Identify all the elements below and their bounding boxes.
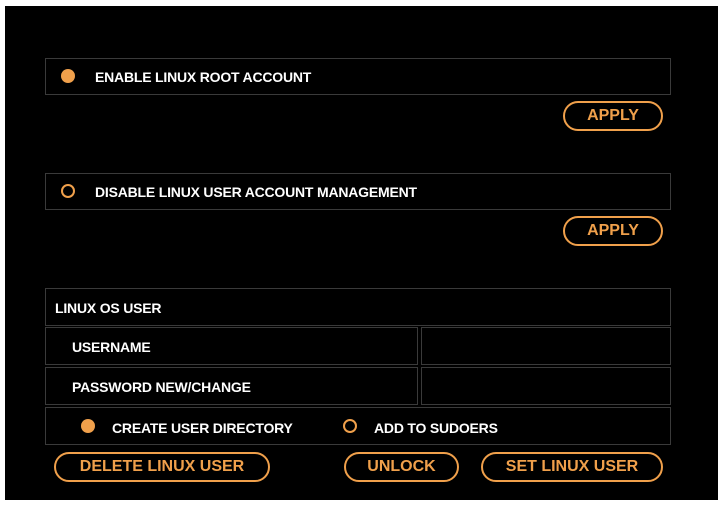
create-user-directory-radio[interactable] [81,419,95,433]
username-input[interactable] [421,327,671,365]
user-options-row: CREATE USER DIRECTORY ADD TO SUDOERS [45,407,671,445]
disable-user-mgmt-row[interactable]: DISABLE LINUX USER ACCOUNT MANAGEMENT [45,173,671,210]
unlock-button[interactable]: UNLOCK [344,452,459,482]
create-user-directory-label: CREATE USER DIRECTORY [112,420,293,436]
enable-root-label: ENABLE LINUX ROOT ACCOUNT [95,69,312,85]
password-label: PASSWORD NEW/CHANGE [72,379,251,395]
os-user-title-row: LINUX OS USER [45,288,671,326]
enable-root-radio[interactable] [61,69,75,83]
disable-user-mgmt-label: DISABLE LINUX USER ACCOUNT MANAGEMENT [95,184,417,200]
apply-root-button[interactable]: APPLY [563,101,663,131]
set-linux-user-button[interactable]: SET LINUX USER [481,452,663,482]
delete-linux-user-button[interactable]: DELETE LINUX USER [54,452,270,482]
apply-user-mgmt-button[interactable]: APPLY [563,216,663,246]
username-label-cell: USERNAME [45,327,418,365]
password-input[interactable] [421,367,671,405]
enable-root-row[interactable]: ENABLE LINUX ROOT ACCOUNT [45,58,671,95]
add-to-sudoers-label: ADD TO SUDOERS [374,420,498,436]
password-label-cell: PASSWORD NEW/CHANGE [45,367,418,405]
disable-user-mgmt-radio[interactable] [61,184,75,198]
username-label: USERNAME [72,339,151,355]
add-to-sudoers-radio[interactable] [343,419,357,433]
settings-panel: ENABLE LINUX ROOT ACCOUNT APPLY DISABLE … [5,6,718,500]
os-user-title: LINUX OS USER [55,300,162,316]
